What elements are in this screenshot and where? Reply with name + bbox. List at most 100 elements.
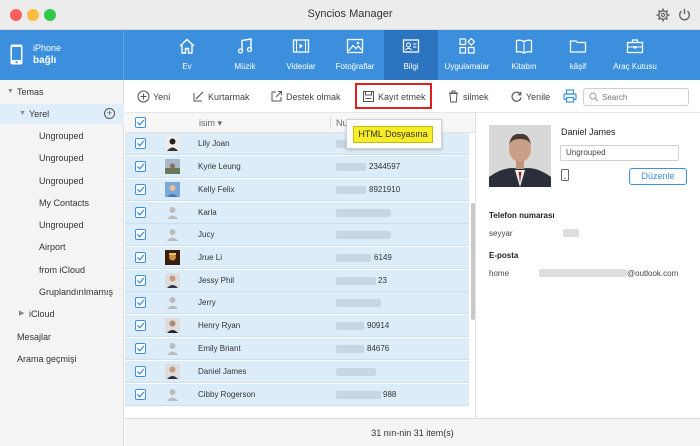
nav-label: Uygulamalar	[444, 62, 490, 71]
nav-label: Fotoğraflar	[335, 62, 375, 71]
contact-card-icon	[402, 39, 420, 53]
menu-item-html-file[interactable]: HTML Dosyasına	[353, 126, 433, 143]
email-section-title: E-posta	[489, 251, 519, 260]
toolbox-icon	[626, 39, 644, 54]
contact-name: Kelly Felix	[198, 185, 235, 194]
column-header-name[interactable]: isim ▾	[199, 118, 222, 129]
refresh-icon	[511, 91, 522, 102]
row-checkbox[interactable]	[135, 184, 146, 195]
recover-icon	[193, 91, 204, 102]
row-checkbox[interactable]	[135, 275, 146, 286]
table-row[interactable]: Emily Briant 84676	[125, 338, 469, 360]
group-select[interactable]: Ungrouped	[560, 145, 679, 161]
sidebar-item-label: Temas	[17, 87, 44, 97]
sidebar-item-local[interactable]: ▼ Yerel +	[0, 104, 124, 124]
apps-icon	[459, 37, 476, 54]
row-checkbox[interactable]	[135, 252, 146, 263]
home-icon	[179, 38, 195, 54]
backup-icon	[271, 91, 282, 102]
sidebar-group-item[interactable]: Ungrouped	[0, 171, 124, 191]
row-checkbox[interactable]	[135, 229, 146, 240]
table-row[interactable]: Jucy	[125, 224, 469, 246]
sidebar-item-label: iCloud	[29, 309, 55, 319]
table-row[interactable]: Henry Ryan 90914	[125, 315, 469, 337]
check-icon	[137, 277, 145, 284]
table-row[interactable]: Kyrie Leung 2344597	[125, 156, 469, 178]
table-row[interactable]: Jessy Phil 23	[125, 270, 469, 292]
device-panel[interactable]: iPhone bağlı	[0, 30, 124, 80]
contact-number: 2344597	[369, 162, 401, 171]
add-group-button[interactable]: +	[104, 108, 115, 119]
window-title: Syncios Manager	[307, 8, 393, 20]
video-icon	[292, 39, 310, 53]
save-dropdown-menu: HTML Dosyasına	[346, 119, 442, 149]
contact-name: Daniel James	[198, 367, 247, 376]
row-checkbox[interactable]	[135, 207, 146, 218]
contact-name: Lily Joan	[198, 139, 230, 148]
sidebar-group-item[interactable]: Ungrouped	[0, 148, 124, 168]
nav-home[interactable]: Ev	[156, 30, 218, 80]
sidebar-group-item[interactable]: Gruplandırılmamış	[0, 282, 124, 302]
contact-number: 23	[378, 276, 387, 285]
sidebar-group-item[interactable]: My Contacts	[0, 193, 124, 213]
table-row[interactable]: Jerry	[125, 292, 469, 314]
table-row[interactable]: Daniel James	[125, 361, 469, 383]
printer-icon[interactable]	[563, 89, 577, 103]
row-checkbox[interactable]	[135, 297, 146, 308]
table-row[interactable]: Cibby Rogerson 988	[125, 384, 469, 406]
sidebar-group-item[interactable]: Ungrouped	[0, 126, 124, 146]
redacted-number	[336, 186, 366, 194]
check-icon	[137, 322, 145, 329]
table-row[interactable]: Jrue Li 6149	[125, 247, 469, 269]
nav-label: Ev	[182, 62, 192, 71]
row-checkbox[interactable]	[135, 320, 146, 331]
sidebar-group-item[interactable]: Ungrouped	[0, 215, 124, 235]
row-checkbox[interactable]	[135, 389, 146, 400]
expand-triangle-icon[interactable]: ▼	[19, 104, 26, 124]
edit-button[interactable]: Düzenle	[629, 168, 687, 185]
device-name: iPhone	[33, 43, 62, 53]
contact-name: Jucy	[198, 230, 215, 239]
search-box[interactable]	[583, 88, 689, 106]
table-row[interactable]: Kelly Felix 8921910	[125, 179, 469, 201]
contact-name: Kyrie Leung	[198, 162, 241, 171]
contact-photo	[489, 125, 551, 187]
sidebar-group-item[interactable]: Airport	[0, 237, 124, 257]
power-icon[interactable]	[678, 8, 691, 21]
nav-explorer[interactable]: kâşif	[547, 30, 609, 80]
table-row[interactable]: Karla	[125, 202, 469, 224]
avatar-icon	[165, 136, 180, 151]
sidebar-item-contacts[interactable]: ▼ Temas	[0, 82, 124, 102]
search-input[interactable]	[602, 90, 686, 104]
nav-books[interactable]: Kitabın	[493, 30, 555, 80]
row-checkbox[interactable]	[135, 343, 146, 354]
contact-number: 988	[383, 390, 397, 399]
contact-name: Jessy Phil	[198, 276, 235, 285]
nav-label: kâşif	[569, 62, 587, 71]
nav-videos[interactable]: Videolar	[270, 30, 332, 80]
avatar-icon	[165, 273, 180, 288]
device-status: bağlı	[33, 55, 57, 66]
expand-triangle-icon[interactable]: ▼	[7, 82, 14, 102]
nav-music[interactable]: Müzik	[214, 30, 276, 80]
check-icon	[137, 119, 145, 126]
nav-info[interactable]: Bilgi	[384, 30, 438, 80]
row-checkbox[interactable]	[135, 138, 146, 149]
nav-toolbox[interactable]: Araç Kutusu	[604, 30, 666, 80]
avatar-icon	[167, 229, 178, 241]
select-all-checkbox[interactable]	[135, 117, 146, 128]
email-type-label: home	[489, 269, 510, 278]
sidebar-item-messages[interactable]: Mesajlar	[0, 327, 124, 347]
contact-number: 8921910	[369, 185, 401, 194]
nav-apps[interactable]: Uygulamalar	[436, 30, 498, 80]
collapsed-triangle-icon[interactable]: ▶	[19, 304, 24, 324]
row-checkbox[interactable]	[135, 161, 146, 172]
check-icon	[137, 186, 145, 193]
row-checkbox[interactable]	[135, 366, 146, 377]
sidebar-group-item[interactable]: from iCloud	[0, 260, 124, 280]
nav-photos[interactable]: Fotoğraflar	[324, 30, 386, 80]
sidebar-item-call-history[interactable]: Arama geçmişi	[0, 349, 124, 369]
gear-icon[interactable]	[656, 8, 670, 22]
item-count: 31 nın-nin 31 item(s)	[371, 428, 454, 438]
sidebar-item-icloud[interactable]: ▶ iCloud	[0, 304, 124, 324]
